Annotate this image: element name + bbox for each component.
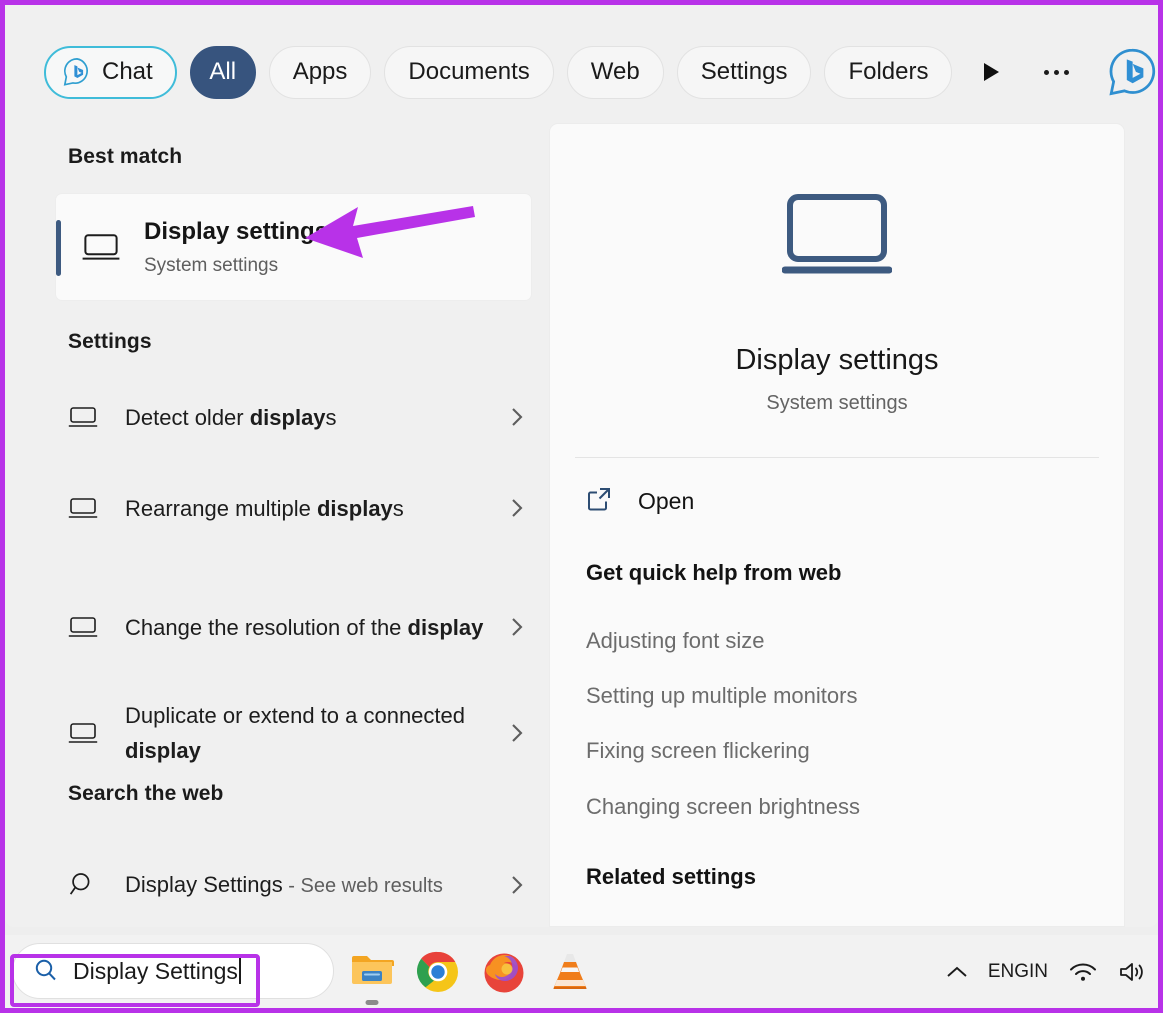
bing-chat-icon [62,57,92,87]
open-button[interactable]: Open [550,486,1124,517]
language-line-2: IN [1029,960,1048,983]
preview-title: Display settings [550,344,1124,377]
quick-help-item[interactable]: Changing screen brightness [550,793,1124,821]
running-indicator [366,1000,379,1005]
best-match-title: Display settings [144,217,328,247]
tab-all-label: All [209,58,236,86]
file-explorer-icon[interactable] [350,950,394,994]
settings-section-header: Settings [5,330,152,354]
quick-help-item[interactable]: Fixing screen flickering [550,737,1124,765]
chevron-up-icon[interactable] [946,965,968,979]
list-item-label: Change the resolution of the display [111,610,502,645]
language-indicator[interactable]: ENG IN [988,960,1048,983]
monitor-icon [78,233,124,262]
search-results-column: Best match Display settings System setti… [5,125,545,927]
open-external-icon [586,486,612,517]
list-item[interactable]: Change the resolution of the display [55,587,532,667]
tab-settings[interactable]: Settings [677,46,812,99]
related-settings-header: Related settings [550,863,1124,891]
selection-accent-bar [56,220,61,276]
quick-help-header: Get quick help from web [550,559,1124,587]
tabs-overflow-button[interactable] [979,51,1002,93]
list-item-label: Detect older displays [111,400,502,435]
windows-taskbar: Display Settings [5,935,1158,1008]
tab-chat-label: Chat [102,58,153,86]
system-tray: ENG IN [946,935,1152,1008]
google-chrome-icon[interactable] [416,950,460,994]
tab-web-label: Web [591,58,640,86]
tab-folders[interactable]: Folders [824,46,952,99]
tab-chat[interactable]: Chat [44,46,177,99]
preview-subtitle: System settings [550,392,1124,415]
wifi-icon[interactable] [1068,961,1098,983]
search-web-header: Search the web [5,782,223,806]
web-search-label: Display Settings - See web results [111,867,502,904]
search-icon [33,958,59,984]
speaker-icon[interactable] [1118,960,1146,984]
search-filter-tabbar: Chat All Apps Documents Web Settings Fol… [5,33,1158,111]
list-item-label: Duplicate or extend to a connected displ… [111,698,502,768]
open-label: Open [638,488,694,515]
quick-help-item[interactable]: Setting up multiple monitors [550,682,1124,710]
list-item[interactable]: Duplicate or extend to a connected displ… [55,693,532,773]
quick-help-item[interactable]: Adjusting font size [550,627,1124,655]
more-options-button[interactable] [1044,49,1069,95]
screenshot-root: Chat All Apps Documents Web Settings Fol… [0,0,1163,1013]
play-triangle-icon [984,63,999,81]
firefox-icon[interactable] [482,950,526,994]
search-icon [55,871,111,899]
chevron-right-icon [502,407,532,427]
best-match-text: Display settings System settings [144,217,328,278]
list-item-label: Rearrange multiple displays [111,491,502,526]
best-match-subtitle: System settings [144,254,328,278]
preview-divider [575,457,1099,458]
chevron-right-icon [502,723,532,743]
monitor-icon [55,616,111,639]
text-cursor [239,958,241,984]
best-match-result[interactable]: Display settings System settings [55,193,532,301]
tab-folders-label: Folders [848,58,928,86]
list-item[interactable]: Rearrange multiple displays [55,468,532,548]
chevron-right-icon [502,498,532,518]
list-item[interactable]: Detect older displays [55,395,532,439]
monitor-icon [550,192,1124,278]
tab-all[interactable]: All [190,46,256,99]
windows-search-flyout: Chat All Apps Documents Web Settings Fol… [5,5,1158,927]
search-input[interactable]: Display Settings [73,958,238,985]
result-preview-panel: Display settings System settings Open Ge… [549,123,1125,927]
web-search-item[interactable]: Display Settings - See web results [55,845,532,925]
tab-settings-label: Settings [701,58,788,86]
taskbar-app-icons [350,935,592,1008]
tab-documents[interactable]: Documents [384,46,553,99]
taskbar-search-box[interactable]: Display Settings [12,943,334,999]
more-options-icon [1044,70,1049,75]
tab-web[interactable]: Web [567,46,664,99]
tab-documents-label: Documents [408,58,529,86]
tab-apps[interactable]: Apps [269,46,372,99]
vlc-media-player-icon[interactable] [548,950,592,994]
bing-chat-logo-icon[interactable] [1106,46,1158,98]
language-line-1: ENG [988,960,1029,983]
monitor-icon [55,722,111,745]
best-match-header: Best match [5,145,182,169]
tab-apps-label: Apps [293,58,348,86]
chevron-right-icon [502,875,532,895]
chevron-right-icon [502,617,532,637]
monitor-icon [55,497,111,520]
monitor-icon [55,406,111,429]
